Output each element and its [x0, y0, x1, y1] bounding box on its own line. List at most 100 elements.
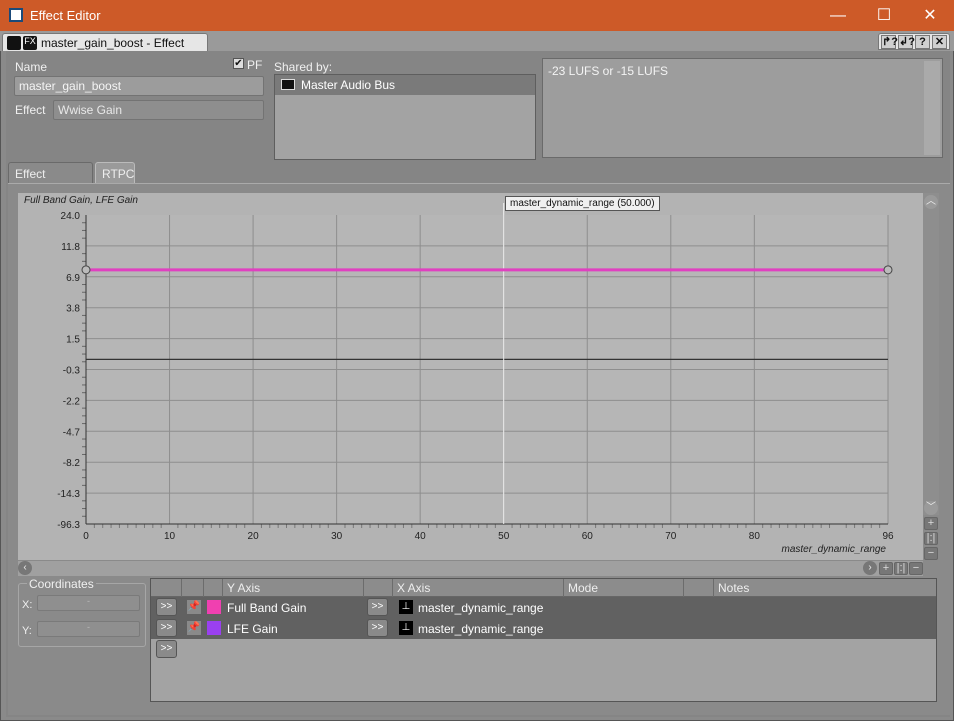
close-view-button[interactable]: ✕ — [932, 35, 947, 49]
y-tick-label: -8.2 — [63, 458, 81, 469]
zoom-out-x-button[interactable]: − — [909, 562, 923, 575]
y-tick-label: 11.8 — [61, 242, 80, 253]
y-tick-label: -0.3 — [63, 366, 81, 377]
scroll-left-icon[interactable]: ‹ — [18, 561, 32, 575]
zoom-out-y-button[interactable]: − — [924, 547, 938, 560]
game-parameter-icon: ⊥ — [399, 600, 413, 614]
wwise-icon — [7, 36, 21, 50]
app-icon — [9, 8, 23, 22]
zoom-in-x-button[interactable]: + — [879, 562, 893, 575]
tab-rtpc[interactable]: RTPC — [95, 162, 135, 183]
header-x-axis[interactable]: X Axis — [392, 579, 564, 597]
expand-y-button[interactable]: >> — [156, 598, 177, 616]
scroll-up-icon[interactable]: ︿ — [924, 195, 938, 209]
pin-right-button[interactable]: ↲? — [898, 35, 915, 49]
y-coord-label: Y: — [22, 625, 32, 637]
control-point — [81, 265, 91, 275]
x-tick-label: 20 — [248, 531, 260, 542]
help-button[interactable]: ? — [915, 35, 930, 49]
bus-icon — [281, 79, 295, 90]
x-tick-label: 70 — [665, 531, 677, 542]
rtpc-table: Y Axis X Axis Mode Notes >> 📌 Full Band … — [150, 578, 937, 702]
x-tick-label: 30 — [331, 531, 343, 542]
notes-textarea[interactable]: -23 LUFS or -15 LUFS — [542, 58, 943, 158]
pin-left-button[interactable]: ↱? — [881, 35, 898, 49]
control-point — [883, 265, 893, 275]
cursor-tooltip: master_dynamic_range (50.000) — [505, 196, 660, 211]
add-rtpc-button[interactable]: >> — [156, 640, 177, 658]
maximize-button[interactable]: ☐ — [861, 0, 907, 31]
scroll-right-icon[interactable]: › — [863, 561, 877, 575]
zoom-fit-y-button[interactable]: |:| — [924, 532, 938, 545]
notes-text: -23 LUFS or -15 LUFS — [548, 64, 669, 78]
y-tick-label: -96.3 — [57, 520, 80, 531]
y-tick-label: 6.9 — [66, 273, 80, 284]
y-tick-label: 24.0 — [61, 211, 81, 222]
coordinates-group: Coordinates X: - Y: - — [18, 577, 146, 647]
plot-svg: 24.0 11.8 6.9 3.8 1.5 -0.3 -2.2 -4.7 -8.2 -14.3 -9… — [57, 203, 894, 542]
effect-label: Effect — [15, 103, 46, 117]
x-tick-label: 0 — [83, 531, 89, 542]
x-tick-label: 80 — [749, 531, 761, 542]
y-axis-cell: Full Band Gain — [227, 601, 307, 615]
x-tick-label: 96 — [882, 531, 894, 542]
name-label: Name — [15, 60, 48, 74]
x-tick-label: 10 — [164, 531, 176, 542]
table-row[interactable]: >> 📌 Full Band Gain >> ⊥ master_dynamic_… — [151, 597, 936, 618]
y-coord-field[interactable]: - — [37, 621, 140, 637]
color-swatch[interactable] — [207, 621, 221, 635]
shared-by-item-label: Master Audio Bus — [301, 78, 396, 92]
header-notes[interactable]: Notes — [713, 579, 935, 597]
shared-by-label: Shared by: — [274, 60, 333, 74]
x-coord-label: X: — [22, 599, 33, 611]
y-tick-label: 3.8 — [66, 304, 80, 315]
coordinates-title: Coordinates — [27, 577, 96, 591]
pin-icon[interactable]: 📌 — [187, 600, 201, 614]
expand-x-button[interactable]: >> — [367, 619, 388, 637]
header-y-axis[interactable]: Y Axis — [222, 579, 364, 597]
zoom-in-y-button[interactable]: + — [924, 517, 938, 530]
color-swatch[interactable] — [207, 600, 221, 614]
x-tick-label: 60 — [582, 531, 594, 542]
shared-by-list: Master Audio Bus — [274, 74, 536, 160]
graph-vertical-scrollbar[interactable]: ︿ ﹀ — [923, 193, 939, 515]
tab-effect-settings[interactable]: Effect Settings — [8, 162, 93, 195]
x-tick-label: 40 — [415, 531, 427, 542]
notes-scrollbar[interactable] — [924, 61, 940, 155]
view-buttons: ↱? ↲? ? ✕ — [878, 33, 950, 50]
title-bar: Effect Editor — ☐ ✕ — [0, 0, 954, 31]
zoom-fit-x-button[interactable]: |:| — [894, 562, 908, 575]
minimize-button[interactable]: — — [815, 0, 861, 31]
window-title: Effect Editor — [30, 8, 101, 23]
header-blank — [683, 579, 713, 597]
table-header: Y Axis X Axis Mode Notes — [151, 579, 936, 597]
game-parameter-icon: ⊥ — [399, 621, 413, 635]
document-tab[interactable]: FX master_gain_boost - Effect Editor — [2, 33, 208, 64]
header-expand — [363, 579, 393, 597]
name-input[interactable]: master_gain_boost — [14, 76, 264, 96]
y-axis-cell: LFE Gain — [227, 622, 278, 636]
header-pin — [181, 579, 203, 597]
y-tick-label: -2.2 — [63, 396, 81, 407]
expand-y-button[interactable]: >> — [156, 619, 177, 637]
fx-icon: FX — [23, 36, 37, 50]
y-tick-label: -14.3 — [57, 489, 80, 500]
effect-field: Wwise Gain — [53, 100, 264, 120]
x-axis-cell: master_dynamic_range — [418, 622, 544, 636]
shared-by-item[interactable]: Master Audio Bus — [275, 75, 535, 95]
x-axis-cell: master_dynamic_range — [418, 601, 544, 615]
y-tick-label: 1.5 — [66, 335, 80, 346]
pf-checkbox[interactable]: ✔ — [233, 58, 244, 69]
y-tick-label: -4.7 — [63, 427, 81, 438]
table-row[interactable]: >> 📌 LFE Gain >> ⊥ master_dynamic_range — [151, 618, 936, 639]
x-coord-field[interactable]: - — [37, 595, 140, 611]
header-mode[interactable]: Mode — [563, 579, 683, 597]
pin-icon[interactable]: 📌 — [187, 621, 201, 635]
graph-horizontal-scrollbar[interactable]: ‹ › + |:| − — [18, 561, 923, 576]
header-color — [203, 579, 221, 597]
pf-label: PF — [247, 58, 263, 72]
rtpc-graph[interactable]: Full Band Gain, LFE Gain master_dynamic_… — [18, 193, 923, 560]
close-button[interactable]: ✕ — [907, 0, 953, 31]
scroll-down-icon[interactable]: ﹀ — [924, 501, 938, 515]
expand-x-button[interactable]: >> — [367, 598, 388, 616]
